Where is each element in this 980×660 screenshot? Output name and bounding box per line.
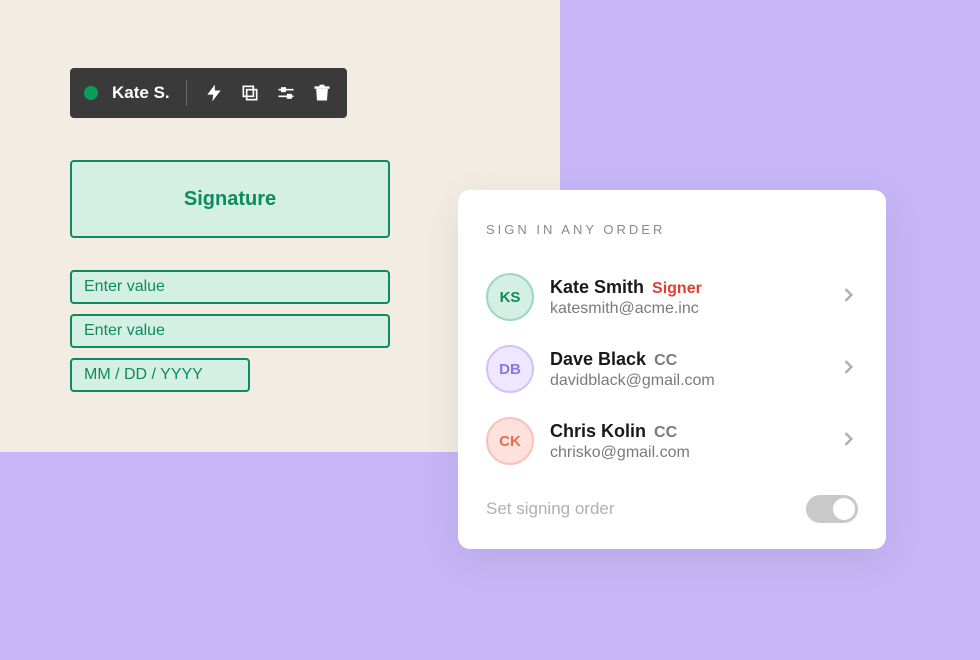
avatar-initials: CK bbox=[499, 433, 521, 450]
text-field-1[interactable]: Enter value bbox=[70, 270, 390, 304]
recipient-info: Kate Smith Signer katesmith@acme.inc bbox=[550, 277, 822, 318]
signing-order-toggle[interactable] bbox=[806, 495, 858, 523]
date-field[interactable]: MM / DD / YYYY bbox=[70, 358, 250, 392]
recipient-role: CC bbox=[654, 352, 677, 370]
signing-order-label: Set signing order bbox=[486, 499, 615, 519]
text-field-2-placeholder: Enter value bbox=[84, 322, 165, 340]
toggle-knob bbox=[833, 498, 855, 520]
lightning-icon[interactable] bbox=[203, 82, 225, 104]
recipient-name: Dave Black bbox=[550, 349, 646, 370]
text-field-2[interactable]: Enter value bbox=[70, 314, 390, 348]
recipient-info: Dave Black CC davidblack@gmail.com bbox=[550, 349, 822, 390]
trash-icon[interactable] bbox=[311, 82, 333, 104]
sliders-icon[interactable] bbox=[275, 82, 297, 104]
chevron-right-icon bbox=[838, 357, 858, 382]
text-field-1-placeholder: Enter value bbox=[84, 278, 165, 296]
chevron-right-icon bbox=[838, 285, 858, 310]
avatar: DB bbox=[486, 345, 534, 393]
recipient-role: Signer bbox=[652, 280, 702, 298]
chevron-right-icon bbox=[838, 429, 858, 454]
avatar-initials: KS bbox=[500, 289, 521, 306]
recipients-card: SIGN IN ANY ORDER KS Kate Smith Signer k… bbox=[458, 190, 886, 549]
recipient-row-dave-black[interactable]: DB Dave Black CC davidblack@gmail.com bbox=[486, 333, 858, 405]
toolbar-divider bbox=[186, 80, 187, 106]
copy-icon[interactable] bbox=[239, 82, 261, 104]
recipient-role: CC bbox=[654, 424, 677, 442]
status-dot-icon bbox=[84, 86, 98, 100]
recipient-row-chris-kolin[interactable]: CK Chris Kolin CC chrisko@gmail.com bbox=[486, 405, 858, 477]
signature-field-label: Signature bbox=[184, 188, 276, 211]
recipient-info: Chris Kolin CC chrisko@gmail.com bbox=[550, 421, 822, 462]
avatar: CK bbox=[486, 417, 534, 465]
signing-order-toggle-row: Set signing order bbox=[486, 495, 858, 523]
avatar: KS bbox=[486, 273, 534, 321]
recipients-heading: SIGN IN ANY ORDER bbox=[486, 222, 858, 237]
recipient-name: Chris Kolin bbox=[550, 421, 646, 442]
recipient-name: Kate Smith bbox=[550, 277, 644, 298]
recipient-email: katesmith@acme.inc bbox=[550, 300, 822, 318]
recipient-email: chrisko@gmail.com bbox=[550, 444, 822, 462]
signature-field[interactable]: Signature bbox=[70, 160, 390, 238]
recipient-email: davidblack@gmail.com bbox=[550, 372, 822, 390]
date-field-placeholder: MM / DD / YYYY bbox=[84, 366, 203, 384]
field-toolbar: Kate S. bbox=[70, 68, 347, 118]
assigned-user-name: Kate S. bbox=[112, 83, 170, 103]
avatar-initials: DB bbox=[499, 361, 521, 378]
recipient-row-kate-smith[interactable]: KS Kate Smith Signer katesmith@acme.inc bbox=[486, 261, 858, 333]
